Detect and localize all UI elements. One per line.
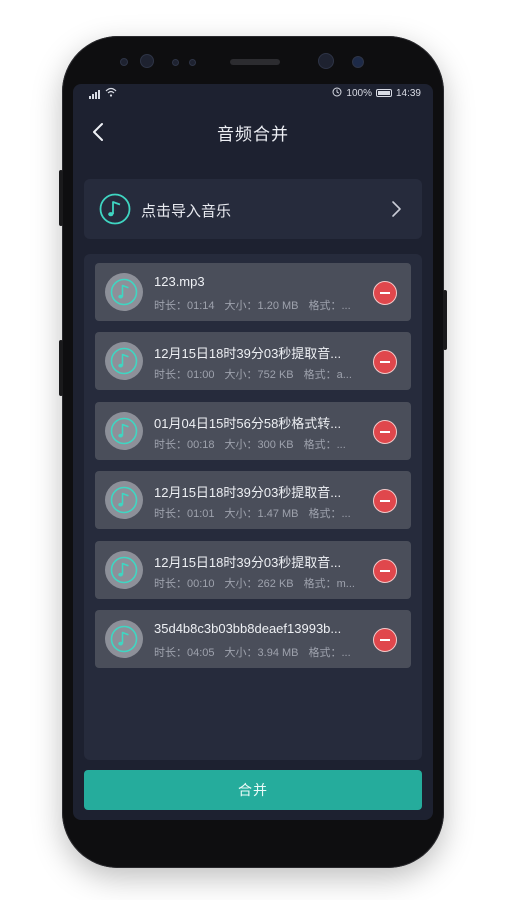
merge-button[interactable]: 合并: [84, 770, 422, 810]
file-duration: 时长：01:14: [154, 300, 215, 312]
music-note-icon: [99, 193, 131, 225]
file-name: 35d4b8c3b03bb8deaef13993b...: [154, 621, 342, 636]
file-name: 12月15日18时39分03秒提取音...: [154, 346, 342, 361]
light-sensor: [172, 59, 179, 66]
file-size: 大小：1.20 MB: [224, 300, 299, 312]
remove-button[interactable]: [373, 350, 397, 374]
file-size: 大小：300 KB: [224, 439, 294, 451]
app-screen: 100% 14:39 音频合并 点击导入音乐 123.mp3 时长：01:14 …: [73, 84, 433, 820]
file-duration: 时长：01:00: [154, 369, 215, 381]
volume-up-key: [59, 170, 63, 226]
signal-icon: [89, 88, 101, 99]
file-duration: 时长：04:05: [154, 647, 215, 659]
list-item[interactable]: 35d4b8c3b03bb8deaef13993b... 时长：04:05 大小：…: [95, 610, 411, 668]
file-size: 大小：3.94 MB: [224, 647, 299, 659]
back-button[interactable]: [87, 120, 111, 144]
wifi-icon: [105, 87, 117, 100]
file-duration: 时长：01:01: [154, 508, 215, 520]
chevron-left-icon: [93, 123, 103, 141]
page-title: 音频合并: [217, 124, 289, 144]
file-duration: 时长：00:10: [154, 578, 215, 590]
front-camera-lens: [352, 56, 364, 68]
file-duration: 时长：00:18: [154, 439, 215, 451]
front-camera: [318, 53, 334, 69]
music-disc-icon: [105, 273, 143, 311]
file-name: 12月15日18时39分03秒提取音...: [154, 555, 342, 570]
phone-chin: [73, 820, 433, 844]
status-left: [89, 87, 117, 100]
remove-button[interactable]: [373, 281, 397, 305]
file-format: 格式：...: [303, 439, 346, 451]
file-meta: 时长：00:10 大小：262 KB 格式：m...: [154, 575, 366, 591]
file-format: 格式：a...: [303, 369, 352, 381]
iris-sensor: [140, 54, 154, 68]
volume-down-key: [59, 340, 63, 396]
music-disc-icon: [105, 412, 143, 450]
list-item[interactable]: 12月15日18时39分03秒提取音... 时长：01:00 大小：752 KB 格…: [95, 332, 411, 390]
status-bar: 100% 14:39: [73, 84, 433, 102]
battery-percent: 100%: [346, 87, 372, 99]
file-meta: 时长：01:00 大小：752 KB 格式：a...: [154, 366, 366, 382]
list-item[interactable]: 123.mp3 时长：01:14 大小：1.20 MB 格式：...: [95, 263, 411, 321]
file-format: 格式：m...: [303, 578, 355, 590]
file-format: 格式：...: [308, 508, 351, 520]
power-key: [443, 290, 447, 350]
status-right: 100% 14:39: [332, 87, 421, 100]
status-time: 14:39: [395, 87, 421, 99]
file-size: 大小：1.47 MB: [224, 508, 299, 520]
music-disc-icon: [105, 551, 143, 589]
import-music-label: 点击导入音乐: [141, 203, 232, 220]
file-meta: 时长：00:18 大小：300 KB 格式：...: [154, 436, 366, 452]
proximity-sensor: [120, 58, 128, 66]
remove-button[interactable]: [373, 420, 397, 444]
remove-button[interactable]: [373, 559, 397, 583]
earpiece-speaker: [230, 59, 280, 65]
music-disc-icon: [105, 481, 143, 519]
file-size: 大小：262 KB: [224, 578, 294, 590]
file-format: 格式：...: [308, 647, 351, 659]
battery-icon: [375, 89, 392, 97]
remove-button[interactable]: [373, 628, 397, 652]
list-item[interactable]: 01月04日15时56分58秒格式转... 时长：00:18 大小：300 KB 格…: [95, 402, 411, 460]
chevron-right-icon: [390, 199, 402, 219]
file-size: 大小：752 KB: [224, 369, 294, 381]
remove-button[interactable]: [373, 489, 397, 513]
list-item[interactable]: 12月15日18时39分03秒提取音... 时长：00:10 大小：262 KB 格…: [95, 541, 411, 599]
file-format: 格式：...: [308, 300, 351, 312]
audio-file-list: 123.mp3 时长：01:14 大小：1.20 MB 格式：... 12月15日1…: [84, 254, 422, 760]
list-item[interactable]: 12月15日18时39分03秒提取音... 时长：01:01 大小：1.47 MB…: [95, 471, 411, 529]
file-name: 01月04日15时56分58秒格式转...: [154, 416, 342, 431]
alarm-icon: [332, 87, 342, 100]
file-name: 12月15日18时39分03秒提取音...: [154, 485, 342, 500]
music-disc-icon: [105, 620, 143, 658]
file-meta: 时长：01:14 大小：1.20 MB 格式：...: [154, 297, 366, 313]
file-meta: 时长：04:05 大小：3.94 MB 格式：...: [154, 644, 366, 660]
file-meta: 时长：01:01 大小：1.47 MB 格式：...: [154, 505, 366, 521]
nav-bar: 音频合并: [73, 102, 433, 162]
file-name: 123.mp3: [154, 274, 205, 289]
light-sensor-2: [189, 59, 196, 66]
music-disc-icon: [105, 342, 143, 380]
import-music-button[interactable]: 点击导入音乐: [84, 179, 422, 239]
